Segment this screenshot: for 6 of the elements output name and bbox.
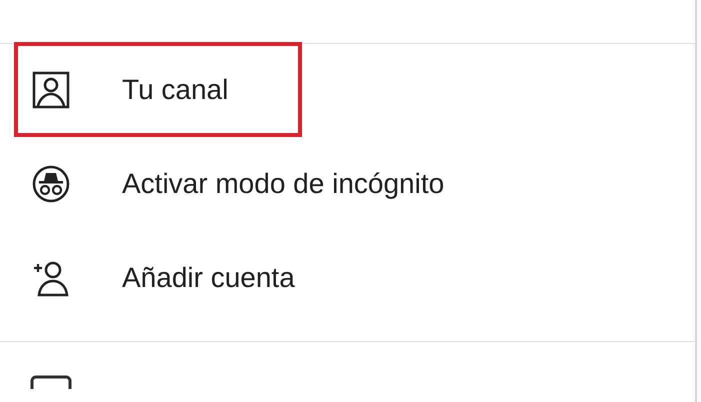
menu-item[interactable]: Activar modo de incógnito — [122, 162, 444, 204]
incognito-icon — [32, 164, 70, 202]
menu-item[interactable]: Añadir cuenta — [122, 256, 295, 298]
menu-item[interactable]: Tu canal — [122, 68, 228, 110]
screen-icon — [30, 374, 72, 389]
person-frame-icon — [32, 70, 70, 108]
